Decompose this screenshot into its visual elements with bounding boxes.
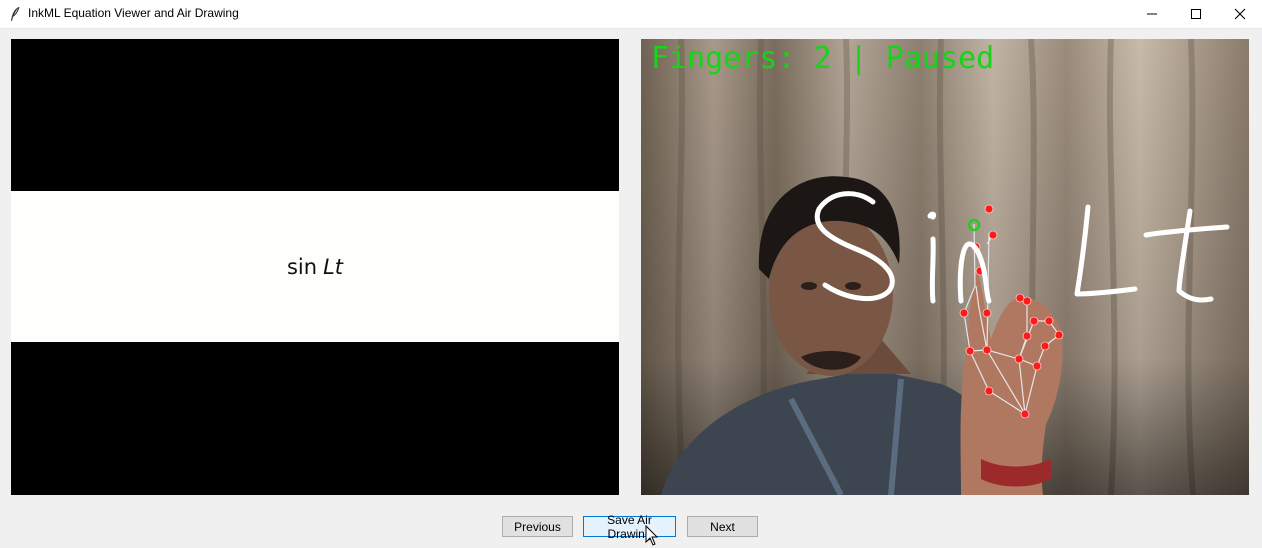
equation-arguments: Lt [323, 254, 344, 279]
title-bar: InkML Equation Viewer and Air Drawing [0, 0, 1262, 29]
feather-icon [11, 6, 20, 21]
equation-function: sin [286, 254, 318, 279]
camera-feed[interactable]: Fingers: 2 | Paused [641, 39, 1249, 495]
save-air-drawing-button[interactable]: Save Air Drawing [583, 513, 676, 541]
previous-button[interactable]: Previous [502, 516, 573, 537]
minimize-icon [1147, 13, 1157, 15]
next-button[interactable]: Next [687, 516, 758, 537]
close-icon [1234, 8, 1246, 20]
minimize-button[interactable] [1130, 0, 1174, 28]
finger-status-overlay: Fingers: 2 | Paused [651, 41, 995, 76]
window-title: InkML Equation Viewer and Air Drawing [28, 6, 239, 20]
equation-text: sin Lt [287, 255, 343, 279]
close-button[interactable] [1218, 0, 1262, 28]
equation-viewer: sin Lt [11, 39, 619, 495]
mouse-cursor-icon [645, 525, 659, 546]
maximize-icon [1191, 9, 1201, 19]
equation-image: sin Lt [11, 191, 619, 342]
maximize-button[interactable] [1174, 0, 1218, 28]
camera-scene [641, 39, 1249, 495]
